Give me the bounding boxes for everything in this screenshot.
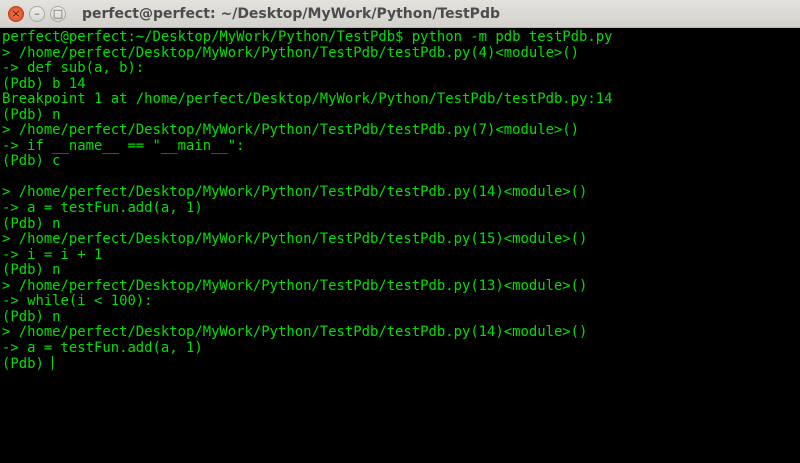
terminal-line: -> if __name__ == "__main__": — [2, 137, 245, 154]
terminal-line: > /home/perfect/Desktop/MyWork/Python/Te… — [2, 184, 588, 201]
terminal-line: (Pdb) n — [2, 262, 61, 279]
pdb-prompt: (Pdb) — [2, 356, 53, 373]
minimize-icon: – — [34, 7, 40, 20]
title-bar[interactable]: × – □ perfect@perfect: ~/Desktop/MyWork/… — [0, 0, 800, 28]
terminal-line: -> while(i < 100): — [2, 293, 153, 310]
terminal-line: (Pdb) n — [2, 308, 61, 325]
maximize-icon: □ — [52, 7, 64, 20]
terminal-line: -> a = testFun.add(a, 1) — [2, 200, 203, 217]
terminal-line: > /home/perfect/Desktop/MyWork/Python/Te… — [2, 44, 580, 61]
terminal-line: (Pdb) c — [2, 153, 61, 170]
terminal-line: -> a = testFun.add(a, 1) — [2, 339, 203, 356]
terminal-line: > /home/perfect/Desktop/MyWork/Python/Te… — [2, 122, 580, 139]
terminal-line: > /home/perfect/Desktop/MyWork/Python/Te… — [2, 324, 588, 341]
terminal-line: (Pdb) n — [2, 106, 61, 123]
terminal-line: -> def sub(a, b): — [2, 60, 145, 77]
window-title: perfect@perfect: ~/Desktop/MyWork/Python… — [82, 5, 500, 22]
terminal-line: Breakpoint 1 at /home/perfect/Desktop/My… — [2, 91, 613, 108]
terminal-line: -> i = i + 1 — [2, 246, 103, 263]
terminal-line: (Pdb) n — [2, 215, 61, 232]
close-button[interactable]: × — [8, 5, 24, 22]
close-icon: × — [11, 7, 21, 20]
terminal-line: > /home/perfect/Desktop/MyWork/Python/Te… — [2, 231, 588, 248]
minimize-button[interactable]: – — [29, 5, 45, 22]
terminal-output[interactable]: perfect@perfect:~/Desktop/MyWork/Python/… — [0, 28, 800, 372]
terminal-line: > /home/perfect/Desktop/MyWork/Python/Te… — [2, 277, 588, 294]
prompt-line[interactable]: (Pdb) — [2, 356, 800, 372]
terminal-line: (Pdb) b 14 — [2, 75, 86, 92]
maximize-button[interactable]: □ — [50, 5, 66, 22]
terminal-line: perfect@perfect:~/Desktop/MyWork/Python/… — [2, 29, 613, 45]
text-cursor — [52, 356, 54, 371]
